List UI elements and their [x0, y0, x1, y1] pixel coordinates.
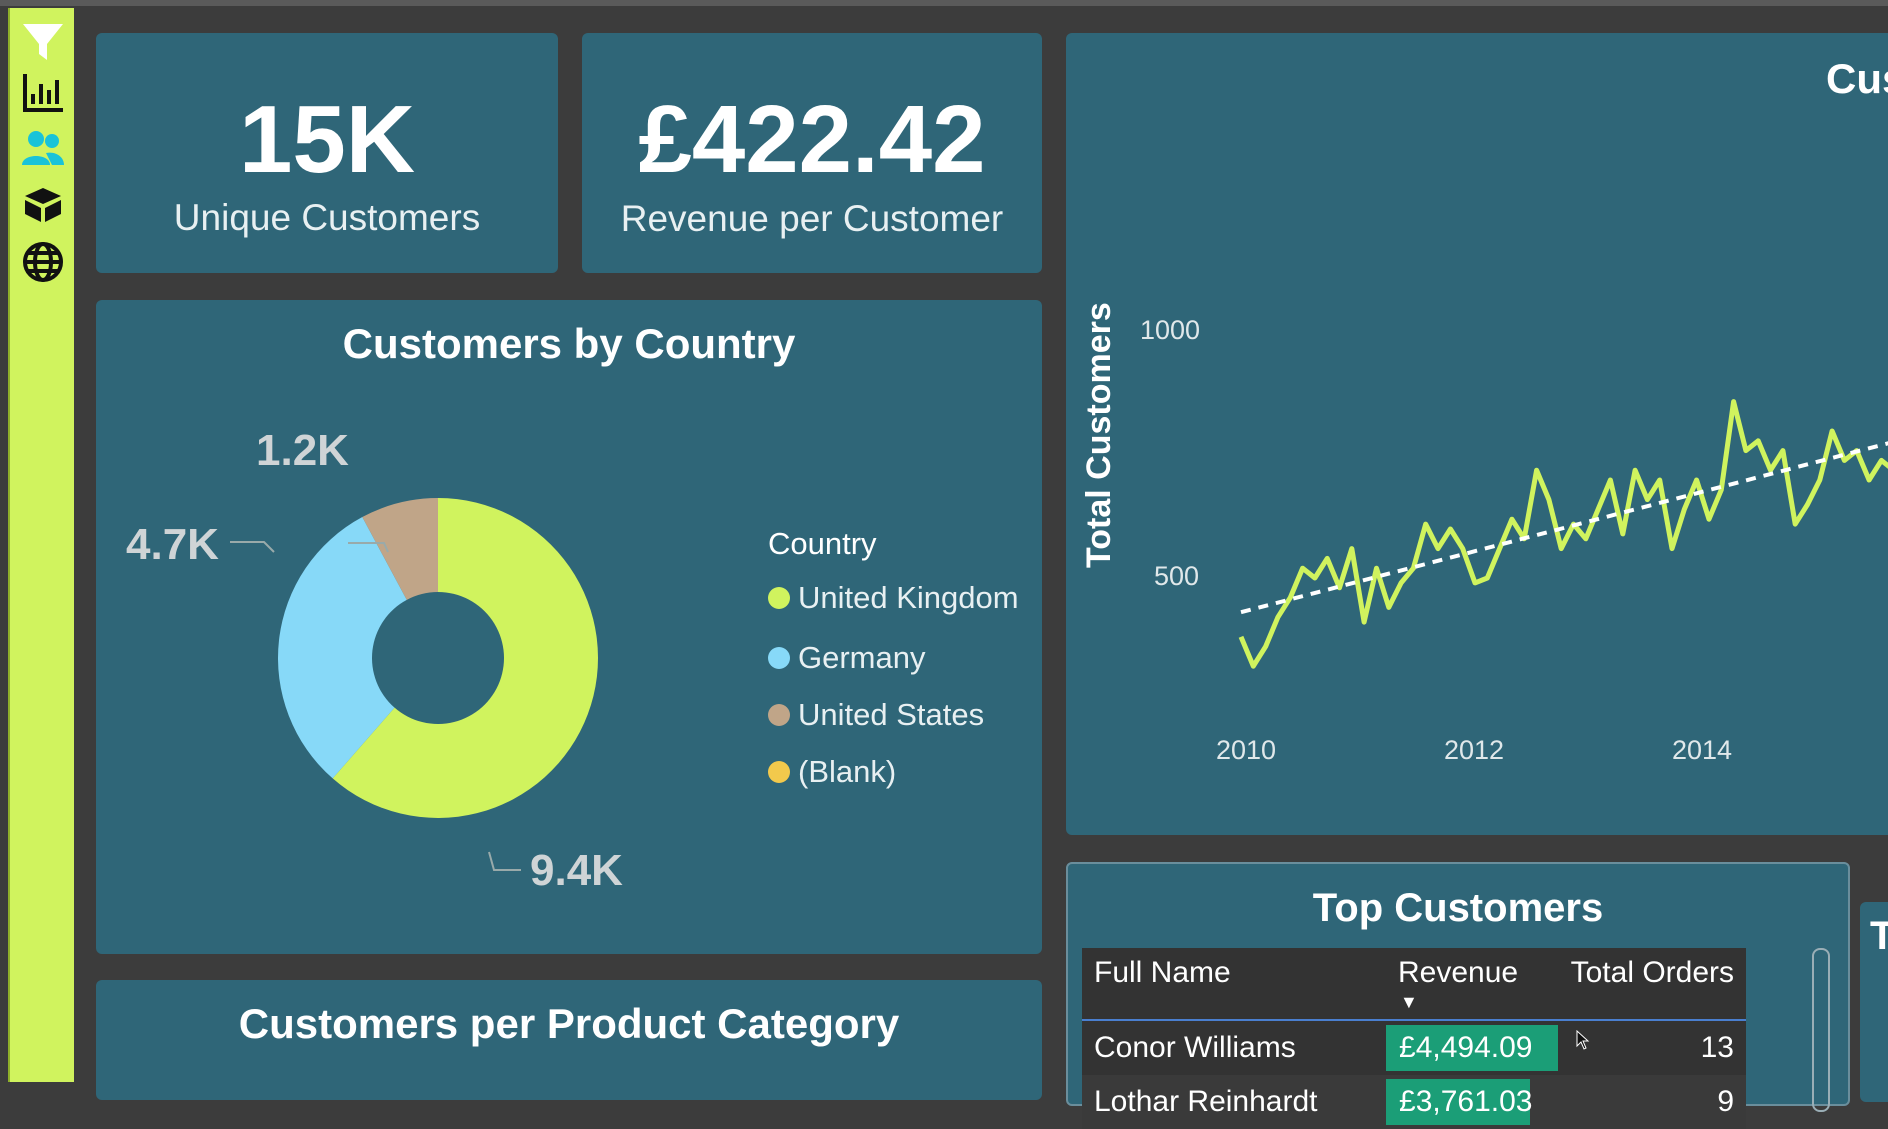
table-title: Top Customers [1312, 886, 1604, 930]
kpi-value: £422.42 [638, 86, 986, 193]
filter-icon[interactable] [19, 18, 67, 66]
col-header-total-orders[interactable]: Total Orders [1557, 948, 1746, 1020]
data-table: Full Name Revenue ▼ Total Orders Conor W… [1082, 948, 1746, 1129]
top-customers-table[interactable]: Top Customers Full Name Revenue ▼ Total … [1066, 862, 1850, 1129]
customers-per-product-category-chart[interactable]: Customers per Product Category [96, 980, 1042, 1100]
customers-by-country-chart[interactable]: Customers by Country 1.2K 4.7K 9.4K Coun… [96, 300, 1042, 954]
customers-over-time-chart[interactable]: Cus Total Customers 1000 500 2010 2012 2… [1066, 33, 1888, 835]
leader-line [488, 851, 521, 871]
cell-revenue-value: £3,761.03 [1399, 1085, 1533, 1118]
leader-line [230, 541, 275, 553]
cell-revenue-value: £4,494.09 [1399, 1031, 1533, 1064]
cell-full-name: Lothar Reinhardt [1082, 1075, 1387, 1129]
box-icon[interactable] [19, 180, 67, 228]
legend-title: Country [768, 526, 877, 561]
legend-label: United Kingdom [798, 580, 1019, 615]
partial-title: T [1870, 914, 1888, 958]
sort-descending-icon: ▼ [1400, 992, 1418, 1012]
legend-dot [768, 647, 790, 669]
legend-dot [768, 761, 790, 783]
legend-item-germany[interactable]: Germany [768, 640, 925, 676]
table-row[interactable]: Lothar Reinhardt £3,761.03 9 [1082, 1075, 1746, 1129]
cell-total-orders: 9 [1557, 1075, 1746, 1129]
table-scrollbar[interactable] [1812, 948, 1830, 1112]
globe-icon[interactable] [19, 238, 67, 286]
table-header-row: Full Name Revenue ▼ Total Orders [1082, 948, 1746, 1020]
kpi-label: Revenue per Customer [620, 198, 1004, 239]
donut-label-us: 1.2K [256, 426, 349, 475]
col-header-revenue[interactable]: Revenue ▼ [1386, 948, 1558, 1020]
cell-revenue: £4,494.09 [1386, 1020, 1558, 1075]
kpi-unique-customers[interactable]: 15K Unique Customers [96, 33, 558, 273]
mouse-cursor-icon [1576, 1029, 1590, 1055]
legend-item-us[interactable]: United States [768, 697, 984, 733]
cell-full-name: Conor Williams [1082, 1020, 1387, 1075]
bar-chart-icon[interactable] [19, 68, 67, 116]
window-top-border [0, 0, 1888, 6]
chart-title: Customers per Product Category [238, 1000, 900, 1047]
navigation-sidebar [8, 8, 74, 1082]
col-header-label: Revenue [1398, 956, 1519, 989]
kpi-revenue-per-customer[interactable]: £422.42 Revenue per Customer [582, 33, 1042, 273]
donut-label-germany: 4.7K [126, 520, 219, 569]
col-header-full-name[interactable]: Full Name [1082, 948, 1387, 1020]
kpi-label: Unique Customers [173, 197, 481, 238]
legend-dot [768, 704, 790, 726]
table-row[interactable]: Conor Williams £4,494.09 13 [1082, 1020, 1746, 1075]
cell-revenue: £3,761.03 [1386, 1075, 1558, 1129]
customers-line-series[interactable] [1238, 399, 1888, 669]
legend-label: United States [798, 697, 985, 732]
donut-label-uk: 9.4K [530, 846, 623, 895]
kpi-value: 15K [238, 86, 416, 193]
legend-dot [768, 587, 790, 609]
legend-item-uk[interactable]: United Kingdom [768, 580, 1019, 616]
line-chart-plot [1238, 399, 1888, 669]
legend-label: (Blank) [798, 754, 897, 789]
legend-label: Germany [798, 640, 926, 675]
users-icon[interactable] [19, 125, 67, 173]
legend-item-blank[interactable]: (Blank) [768, 754, 896, 790]
partial-right-visual[interactable]: T [1860, 902, 1888, 1102]
